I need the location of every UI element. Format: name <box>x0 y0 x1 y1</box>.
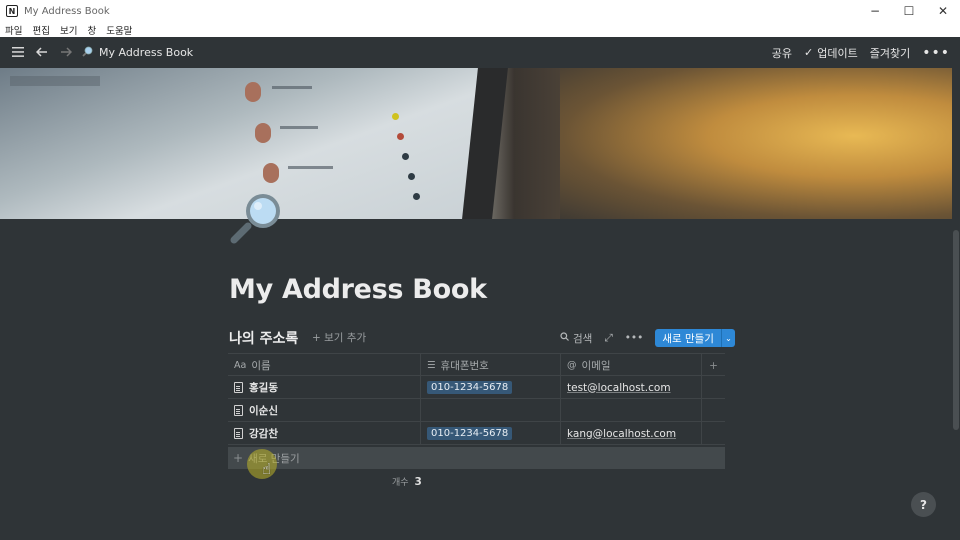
cover-avatar <box>255 123 271 143</box>
email-cell[interactable]: test@localhost.com <box>561 376 702 399</box>
count-label: 개수 <box>392 478 409 488</box>
database-more-icon[interactable]: ••• <box>625 332 644 344</box>
empty-cell <box>702 422 725 445</box>
column-header-email[interactable]: @ 이메일 <box>561 354 702 377</box>
column-header-name[interactable]: Aa 이름 <box>228 354 421 377</box>
cover-text-line <box>280 126 318 129</box>
empty-cell <box>702 376 725 399</box>
page-doc-icon <box>234 428 243 439</box>
page-doc-icon <box>234 382 243 393</box>
cover-text-line <box>10 76 100 86</box>
page-title[interactable]: My Address Book <box>229 274 487 305</box>
favorites-button[interactable]: 즐겨찾기 <box>870 45 910 61</box>
database-tools: 검색 ⤢ ••• 새로 만들기 ⌄ <box>560 329 735 347</box>
name-cell[interactable]: 강감찬 <box>228 422 421 445</box>
phone-cell[interactable]: 010-1234-5678 <box>421 422 561 445</box>
name-cell[interactable]: 이순신 <box>228 399 421 422</box>
maximize-button[interactable]: ☐ <box>892 0 926 22</box>
database-title[interactable]: 나의 주소록 <box>229 328 298 348</box>
arrow-left-icon[interactable] <box>35 45 48 61</box>
menu-window[interactable]: 창 <box>87 23 96 37</box>
contact-name: 강감찬 <box>249 428 278 440</box>
list-type-icon: ☰ <box>427 360 436 371</box>
page-magnifier-icon[interactable] <box>228 190 286 246</box>
column-label: 이메일 <box>581 360 611 372</box>
hand-cursor-icon: ☝ <box>262 460 272 478</box>
cover-avatar <box>245 82 261 102</box>
cover-text-line <box>272 86 312 89</box>
expand-icon[interactable]: ⤢ <box>604 332 612 345</box>
menu-bar: 파일 편집 보기 창 도움말 <box>0 22 960 37</box>
hamburger-icon[interactable] <box>12 45 24 61</box>
window-titlebar: N My Address Book − ☐ ✕ <box>0 0 960 22</box>
plus-icon: + <box>233 451 244 465</box>
checkmark-icon: ✓ <box>804 46 814 59</box>
count-value: 3 <box>414 476 422 488</box>
menu-help[interactable]: 도움말 <box>106 23 132 37</box>
add-column-button[interactable]: + <box>702 354 725 377</box>
page-doc-icon <box>234 405 243 416</box>
chevron-down-icon[interactable]: ⌄ <box>720 329 735 347</box>
cover-avatar <box>263 163 279 183</box>
cover-dot <box>413 193 420 200</box>
at-sign-icon: @ <box>567 360 577 371</box>
cover-dot <box>402 153 409 160</box>
scrollbar-thumb[interactable] <box>953 230 959 430</box>
menu-file[interactable]: 파일 <box>5 23 22 37</box>
text-type-icon: Aa <box>234 360 247 371</box>
new-button-group: 새로 만들기 ⌄ <box>655 329 735 347</box>
table-row: 이순신 <box>228 399 725 422</box>
email-cell[interactable]: kang@localhost.com <box>561 422 702 445</box>
app-toolbar: My Address Book 공유 ✓ 업데이트 즐겨찾기 ••• <box>0 37 960 68</box>
table-row: 홍길동 010-1234-5678 test@localhost.com <box>228 376 725 399</box>
address-table: Aa 이름 ☰ 휴대폰번호 @ 이메일 + 홍길동 010-1234-5678 … <box>228 353 725 445</box>
phone-cell[interactable]: 010-1234-5678 <box>421 376 561 399</box>
cover-dot <box>408 173 415 180</box>
table-header-row: Aa 이름 ☰ 휴대폰번호 @ 이메일 + <box>228 353 725 377</box>
cover-text-line <box>288 166 333 169</box>
breadcrumb[interactable]: My Address Book <box>99 46 193 59</box>
updates-button[interactable]: 업데이트 <box>817 45 857 61</box>
email-cell[interactable] <box>561 399 702 422</box>
empty-cell <box>702 399 725 422</box>
contact-name: 이순신 <box>249 405 278 417</box>
column-header-phone[interactable]: ☰ 휴대폰번호 <box>421 354 561 377</box>
email-link[interactable]: test@localhost.com <box>567 382 671 394</box>
more-options-icon[interactable]: ••• <box>922 45 950 61</box>
close-button[interactable]: ✕ <box>926 0 960 22</box>
new-button[interactable]: 새로 만들기 <box>655 329 721 347</box>
search-button[interactable]: 검색 <box>573 331 592 346</box>
cover-dot <box>397 133 404 140</box>
name-cell[interactable]: 홍길동 <box>228 376 421 399</box>
magnifier-icon <box>82 46 93 60</box>
cover-warm-light <box>560 68 952 219</box>
table-row: 강감찬 010-1234-5678 kang@localhost.com <box>228 422 725 445</box>
search-icon[interactable] <box>560 332 569 344</box>
new-row-button[interactable]: + 새로 만들기 <box>228 447 725 469</box>
window-title: My Address Book <box>24 5 110 17</box>
share-button[interactable]: 공유 <box>772 45 792 61</box>
menu-view[interactable]: 보기 <box>60 23 77 37</box>
notion-logo-icon: N <box>6 5 18 17</box>
column-label: 휴대폰번호 <box>440 360 489 372</box>
email-link[interactable]: kang@localhost.com <box>567 428 676 440</box>
arrow-right-icon[interactable] <box>60 45 73 61</box>
phone-tag: 010-1234-5678 <box>427 381 513 394</box>
row-count: 개수 3 <box>392 475 422 488</box>
column-label: 이름 <box>251 360 271 372</box>
cover-image[interactable] <box>0 68 952 219</box>
phone-tag: 010-1234-5678 <box>427 427 513 440</box>
phone-cell[interactable] <box>421 399 561 422</box>
menu-edit[interactable]: 편집 <box>32 23 49 37</box>
help-button[interactable]: ? <box>911 492 936 517</box>
contact-name: 홍길동 <box>249 382 278 394</box>
minimize-button[interactable]: − <box>858 0 892 22</box>
add-view-button[interactable]: + 보기 추가 <box>312 330 366 345</box>
cover-dot <box>392 113 399 120</box>
